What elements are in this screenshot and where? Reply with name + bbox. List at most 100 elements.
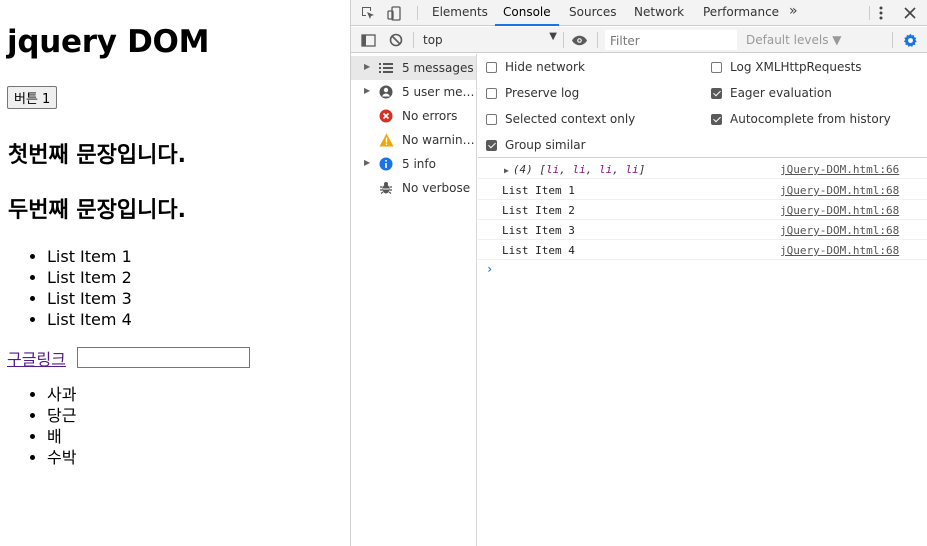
checkbox-checked[interactable] (711, 87, 722, 99)
user-icon (378, 84, 394, 100)
source-link[interactable]: jQuery-DOM.html:66 (780, 163, 899, 176)
checkbox-label: Hide network (505, 60, 585, 74)
inspect-element-icon[interactable] (359, 4, 377, 22)
page-title: jquery DOM (7, 24, 210, 60)
list-icon (378, 60, 394, 76)
message-text: List Item 3 (502, 224, 575, 237)
source-link[interactable]: jQuery-DOM.html:68 (780, 244, 899, 257)
checkbox-unchecked[interactable] (486, 113, 497, 125)
group-similar-checkbox[interactable]: Group similar (486, 138, 586, 152)
devtools-tabbar: Elements Console Sources Network Perform… (351, 0, 927, 26)
checkbox-unchecked[interactable] (486, 87, 497, 99)
tab-network[interactable]: Network (634, 0, 684, 26)
fruit-list: 사과 당근 배 수박 (0, 384, 76, 468)
text-input[interactable] (77, 347, 250, 368)
log-levels-dropdown[interactable]: Default levels ▼ (746, 33, 842, 47)
sentence-1: 첫번째 문장입니다. (8, 143, 186, 168)
console-message-array[interactable]: ▶ (4) [li, li, li, li] jQuery-DOM.html:66 (478, 159, 927, 179)
sidebar-item-label: 5 messages (402, 61, 474, 75)
expand-arrow-icon[interactable]: ▶ (364, 86, 370, 95)
preserve-log-checkbox[interactable]: Preserve log (486, 86, 579, 100)
sentence-2: 두번째 문장입니다. (8, 198, 186, 223)
tab-elements[interactable]: Elements (432, 0, 488, 26)
checkbox-checked[interactable] (711, 113, 722, 125)
checkbox-label: Autocomplete from history (730, 112, 891, 126)
sidebar-item-label: No verbose (402, 181, 471, 195)
source-link[interactable]: jQuery-DOM.html:68 (780, 204, 899, 217)
array-suffix: ] (638, 163, 646, 176)
sidebar-item-user-messages[interactable]: ▶ 5 user mess... (351, 80, 476, 104)
console-message: List Item 4 jQuery-DOM.html:68 (478, 240, 927, 260)
message-text: List Item 2 (502, 204, 575, 217)
checkbox-label: Preserve log (505, 86, 580, 100)
source-link[interactable]: jQuery-DOM.html:68 (780, 224, 899, 237)
context-label: top (423, 33, 443, 47)
sidebar-item-info[interactable]: ▶ 5 info (351, 152, 476, 176)
autocomplete-history-checkbox[interactable]: Autocomplete from history (711, 112, 891, 126)
array-prefix: (4) [ (512, 163, 546, 176)
context-selector[interactable]: top ▼ (423, 30, 557, 50)
info-icon (378, 156, 394, 172)
gear-icon[interactable] (901, 31, 919, 49)
source-link[interactable]: jQuery-DOM.html:68 (780, 184, 899, 197)
button-1[interactable]: 버튼 1 (7, 86, 58, 109)
expand-arrow-icon[interactable]: ▶ (364, 62, 370, 71)
sidebar-item-verbose[interactable]: No verbose (351, 176, 476, 200)
kebab-menu-icon[interactable] (872, 4, 890, 22)
console-message: List Item 2 jQuery-DOM.html:68 (478, 200, 927, 220)
log-xhr-checkbox[interactable]: Log XMLHttpRequests (711, 60, 862, 74)
item-list: List Item 1 List Item 2 List Item 3 List… (0, 246, 132, 330)
tab-sources[interactable]: Sources (569, 0, 616, 26)
selected-context-only-checkbox[interactable]: Selected context only (486, 112, 635, 126)
console-prompt[interactable]: › (486, 262, 493, 276)
expand-arrow-icon[interactable]: ▶ (504, 166, 509, 175)
console-settings: Hide network Preserve log Selected conte… (478, 54, 927, 158)
array-item: li (625, 163, 639, 176)
expand-arrow-icon[interactable]: ▶ (364, 158, 370, 167)
checkbox-label: Eager evaluation (730, 86, 832, 100)
sidebar-toggle-icon[interactable] (359, 31, 377, 49)
sidebar-item-warnings[interactable]: No warnings (351, 128, 476, 152)
eye-icon[interactable] (570, 31, 588, 49)
tab-console[interactable]: Console (495, 0, 559, 26)
more-tabs-icon[interactable]: » (789, 3, 798, 19)
console-message: List Item 3 jQuery-DOM.html:68 (478, 220, 927, 240)
device-toolbar-icon[interactable] (385, 4, 403, 22)
chevron-down-icon: ▼ (549, 31, 557, 42)
array-item: li (598, 163, 613, 176)
array-item: li (572, 163, 586, 176)
list-item: 수박 (47, 447, 76, 468)
list-item: 당근 (47, 405, 76, 426)
sidebar-item-label: 5 user mess... (402, 85, 476, 99)
eager-evaluation-checkbox[interactable]: Eager evaluation (711, 86, 832, 100)
list-item: List Item 3 (47, 288, 132, 309)
devtools-panel: Elements Console Sources Network Perform… (350, 0, 927, 546)
filter-input[interactable]: Filter (605, 30, 737, 50)
checkbox-label: Selected context only (505, 112, 636, 126)
sidebar-item-label: No warnings (402, 133, 476, 147)
close-icon[interactable] (901, 4, 919, 22)
array-log[interactable]: ▶ (4) [li, li, li, li] (504, 163, 645, 176)
checkbox-unchecked[interactable] (486, 61, 497, 73)
console-sidebar: ▶ 5 messages ▶ 5 user mess... No errors … (351, 54, 477, 546)
message-text: List Item 4 (502, 244, 575, 257)
sidebar-item-messages[interactable]: ▶ 5 messages (351, 56, 476, 80)
clear-console-icon[interactable] (387, 31, 405, 49)
console-toolbar: top ▼ Filter Default levels ▼ (351, 27, 927, 53)
console-output: ▶ (4) [li, li, li, li] jQuery-DOM.html:66… (478, 159, 927, 546)
bug-icon (378, 180, 394, 196)
warning-icon (378, 132, 394, 148)
sidebar-item-errors[interactable]: No errors (351, 104, 476, 128)
error-icon (378, 108, 394, 124)
array-item: li (545, 163, 560, 176)
checkbox-checked[interactable] (486, 139, 497, 151)
list-item: List Item 1 (47, 246, 132, 267)
sidebar-item-label: No errors (402, 109, 458, 123)
checkbox-unchecked[interactable] (711, 61, 722, 73)
hide-network-checkbox[interactable]: Hide network (486, 60, 585, 74)
sidebar-item-label: 5 info (402, 157, 436, 171)
checkbox-label: Group similar (505, 138, 586, 152)
console-message: List Item 1 jQuery-DOM.html:68 (478, 180, 927, 200)
google-link[interactable]: 구글링크 (7, 346, 66, 370)
tab-performance[interactable]: Performance (703, 0, 779, 26)
